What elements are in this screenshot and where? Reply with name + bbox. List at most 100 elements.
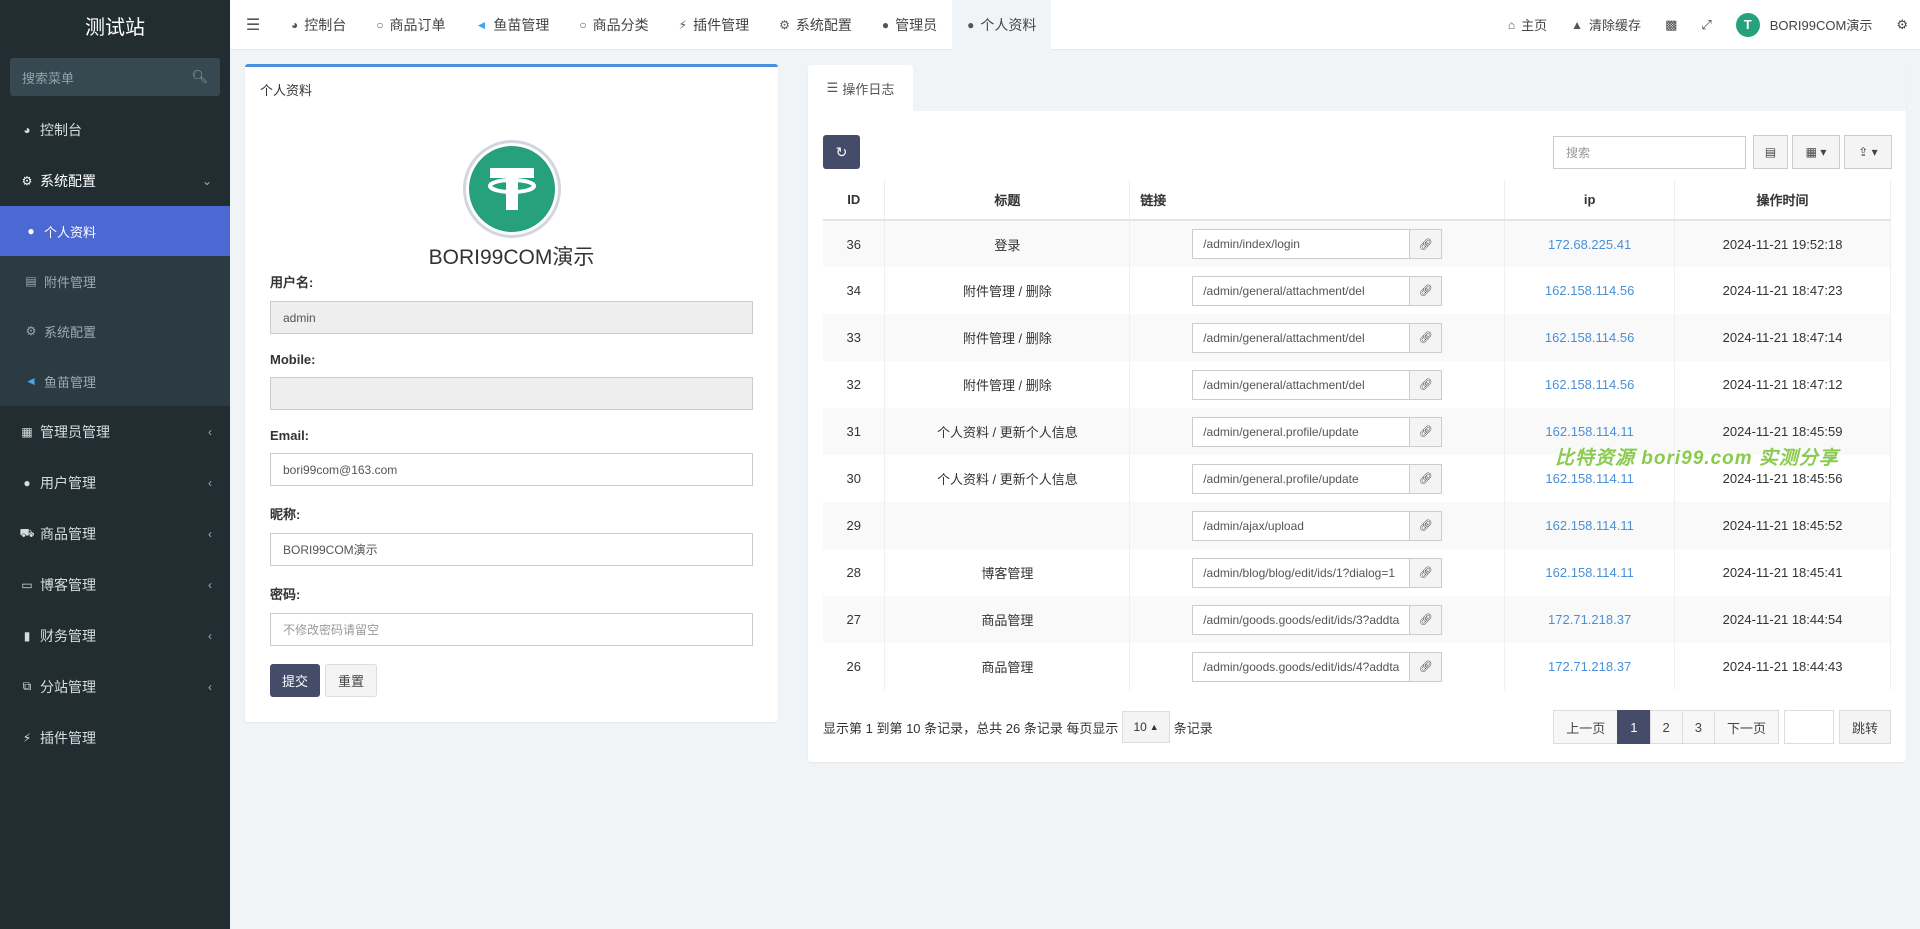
fullscreen-button[interactable]: ⤢ (1689, 0, 1723, 50)
cell-ip[interactable]: 162.158.114.56 (1504, 361, 1676, 408)
tab-admin[interactable]: ● 管理员 (867, 0, 952, 50)
column-header-ip[interactable]: ip (1504, 180, 1676, 221)
avatar[interactable] (463, 140, 561, 238)
password-field[interactable]: 不修改密码请留空 (270, 613, 753, 646)
url-field[interactable]: /admin/general/attachment/del (1192, 275, 1411, 306)
cell-ip[interactable]: 172.68.225.41 (1504, 220, 1676, 267)
url-field[interactable]: /admin/index/login (1192, 229, 1411, 259)
link-icon[interactable]: 🔗︎ (1410, 322, 1443, 353)
sidebar-item-plugins[interactable]: ⚡ 插件管理 (0, 712, 230, 763)
tab-profile[interactable]: ● 个人资料 (952, 0, 1052, 50)
menu-toggle-icon[interactable]: ☰ (230, 0, 276, 50)
tab-config[interactable]: ⚙ 系统配置 (764, 0, 867, 50)
settings-button[interactable]: ⚙ (1884, 0, 1920, 50)
email-field[interactable]: bori99com@163.com (270, 453, 753, 486)
cell-ip[interactable]: 162.158.114.11 (1504, 549, 1676, 596)
menu-search-input[interactable]: 搜索菜单 🔍︎ (10, 58, 220, 96)
tab-category[interactable]: ○ 商品分类 (564, 0, 663, 50)
url-field[interactable]: /admin/ajax/upload (1192, 510, 1411, 541)
cell-ip[interactable]: 162.158.114.56 (1504, 314, 1676, 361)
page-button[interactable]: 2 (1649, 710, 1683, 744)
link-icon[interactable]: 🔗︎ (1410, 369, 1443, 400)
table-row[interactable]: 28 博客管理/admin/blog/blog/edit/ids/1?dialog… (823, 549, 1891, 596)
url-field[interactable]: /admin/goods.goods/edit/ids/3?addta (1192, 604, 1411, 635)
page-size-select[interactable]: 10 ▲ (1122, 711, 1170, 743)
table-row[interactable]: 26 商品管理/admin/goods.goods/edit/ids/4?addt… (823, 643, 1891, 690)
url-field[interactable]: /admin/general.profile/update (1192, 463, 1411, 494)
columns-button[interactable]: ▦ ▾ (1792, 135, 1840, 169)
tab-orders[interactable]: ○ 商品订单 (361, 0, 460, 50)
page-button[interactable]: 1 (1617, 710, 1651, 744)
cell-ip[interactable]: 172.71.218.37 (1504, 596, 1676, 643)
sidebar-item-system-config[interactable]: ⚙ 系统配置 ⌄ (0, 155, 230, 206)
link-icon[interactable]: 🔗︎ (1410, 651, 1443, 682)
sidebar-item-finance[interactable]: ▮ 财务管理 ‹ (0, 610, 230, 661)
sidebar-item-blog[interactable]: ▭ 博客管理 ‹ (0, 559, 230, 610)
cell-id: 26 (823, 643, 886, 690)
tab-fish[interactable]: ◄ 鱼苗管理 (461, 0, 565, 50)
refresh-button[interactable]: ↻ (823, 135, 860, 169)
tab-plugins[interactable]: ⚡ 插件管理 (664, 0, 764, 50)
profile-panel: 个人资料 BORI99COM演示 用户名: admin Mobile: Emai… (245, 64, 778, 722)
export-button[interactable]: ⇪ ▾ (1844, 135, 1892, 169)
sidebar-item-attachment[interactable]: ▤ 附件管理 (0, 256, 230, 306)
sidebar-item-profile[interactable]: ● 个人资料 (0, 206, 230, 256)
column-header-url[interactable]: 链接 (1129, 180, 1506, 221)
link-icon[interactable]: 🔗︎ (1410, 416, 1443, 447)
table-row[interactable]: 32 附件管理 / 删除/admin/general/attachment/del… (823, 361, 1891, 408)
nickname-field[interactable]: BORI99COM演示 (270, 533, 753, 566)
cell-url: /admin/ajax/upload 🔗︎ (1129, 502, 1506, 549)
column-header-time[interactable]: 操作时间 (1674, 180, 1891, 221)
cell-url: /admin/general/attachment/del 🔗︎ (1129, 267, 1506, 314)
column-header-title[interactable]: 标题 (884, 180, 1131, 221)
jump-button[interactable]: 跳转 (1838, 710, 1891, 744)
log-search-input[interactable]: 搜索 (1553, 136, 1746, 169)
cell-ip[interactable]: 162.158.114.56 (1504, 267, 1676, 314)
url-field[interactable]: /admin/goods.goods/edit/ids/4?addta (1192, 651, 1411, 682)
url-field[interactable]: /admin/blog/blog/edit/ids/1?dialog=1 (1192, 557, 1411, 588)
jump-page-input[interactable] (1783, 710, 1834, 744)
mobile-field[interactable] (270, 377, 753, 410)
language-button[interactable]: ▩ (1653, 0, 1689, 50)
cell-ip[interactable]: 162.158.114.11 (1504, 502, 1676, 549)
clear-cache-button[interactable]: ▲ 清除缓存 (1559, 0, 1653, 50)
tab-operation-log[interactable]: ☰ 操作日志 (808, 65, 913, 111)
brand-logo[interactable]: 测试站 (0, 0, 230, 50)
sidebar-item-fish[interactable]: ◄ 鱼苗管理 (0, 356, 230, 406)
next-page-button[interactable]: 下一页 (1713, 710, 1779, 744)
cell-ip[interactable]: 172.71.218.37 (1504, 643, 1676, 690)
page-button[interactable]: 3 (1681, 710, 1715, 744)
sidebar-item-dashboard[interactable]: ◕ 控制台 (0, 104, 230, 155)
column-header-id[interactable]: ID (823, 180, 886, 221)
sidebar-item-goods[interactable]: ⛟ 商品管理 ‹ (0, 508, 230, 559)
link-icon[interactable]: 🔗︎ (1410, 510, 1443, 541)
url-field[interactable]: /admin/general/attachment/del (1192, 369, 1411, 400)
table-row[interactable]: 34 附件管理 / 删除/admin/general/attachment/del… (823, 267, 1891, 314)
username-field[interactable]: admin (270, 301, 753, 334)
table-row[interactable]: 33 附件管理 / 删除/admin/general/attachment/del… (823, 314, 1891, 361)
link-icon[interactable]: 🔗︎ (1410, 604, 1443, 635)
user-menu[interactable]: T BORI99COM演示 (1724, 0, 1885, 50)
link-icon[interactable]: 🔗︎ (1410, 557, 1443, 588)
home-link[interactable]: ⌂ 主页 (1496, 0, 1559, 50)
reset-button[interactable]: 重置 (325, 664, 378, 697)
sidebar-item-substation[interactable]: ⧉ 分站管理 ‹ (0, 661, 230, 712)
sidebar-item-users[interactable]: ● 用户管理 ‹ (0, 457, 230, 508)
user-icon: ● (881, 17, 890, 32)
url-field[interactable]: /admin/general.profile/update (1192, 416, 1411, 447)
link-icon[interactable]: 🔗︎ (1410, 275, 1443, 306)
toggle-view-button[interactable]: ▤ (1753, 135, 1788, 169)
link-icon[interactable]: 🔗︎ (1410, 229, 1443, 259)
cell-time: 2024-11-21 18:45:52 (1674, 502, 1891, 549)
table-row[interactable]: 29/admin/ajax/upload 🔗︎ 162.158.114.11 2024… (823, 502, 1891, 549)
caret-up-icon: ▲ (1149, 722, 1159, 732)
submit-button[interactable]: 提交 (270, 664, 321, 697)
url-field[interactable]: /admin/general/attachment/del (1192, 322, 1411, 353)
tab-dashboard[interactable]: ◕ 控制台 (276, 0, 361, 50)
sidebar-item-config[interactable]: ⚙ 系统配置 (0, 306, 230, 356)
link-icon[interactable]: 🔗︎ (1410, 463, 1443, 494)
table-row[interactable]: 36 登录/admin/index/login 🔗︎ 172.68.225.41 202… (823, 220, 1891, 267)
prev-page-button[interactable]: 上一页 (1553, 710, 1619, 744)
table-row[interactable]: 27 商品管理/admin/goods.goods/edit/ids/3?addt… (823, 596, 1891, 643)
sidebar-item-admin[interactable]: ▦ 管理员管理 ‹ (0, 406, 230, 457)
